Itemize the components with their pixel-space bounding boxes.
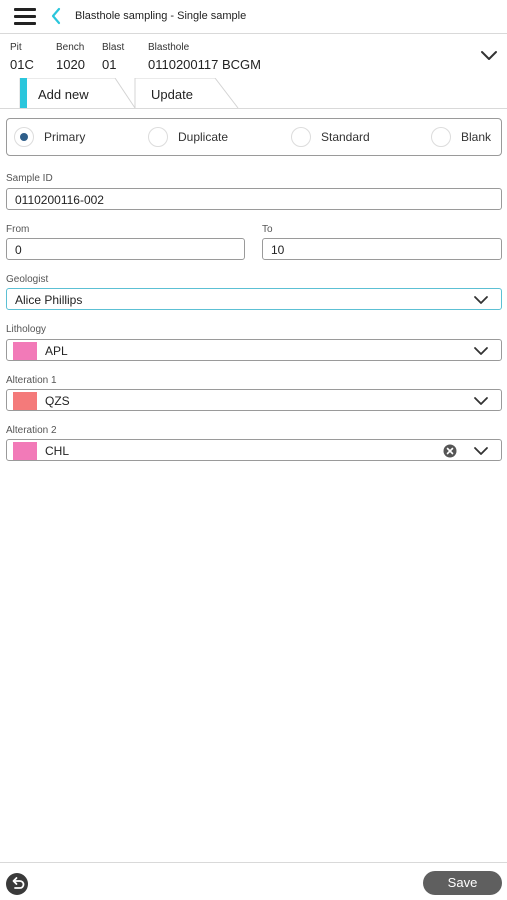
radio-standard[interactable]: Standard xyxy=(291,127,391,147)
lithology-label: Lithology xyxy=(6,324,47,335)
blast-label: Blast xyxy=(102,42,125,53)
context-header: Pit 01C Bench 1020 Blast 01 Blasthole 01… xyxy=(0,35,507,77)
sample-id-field[interactable]: 0110200116-002 xyxy=(6,188,502,210)
from-label: From xyxy=(6,224,30,235)
alteration-1-label: Alteration 1 xyxy=(6,375,57,386)
bench-label: Bench xyxy=(56,42,85,53)
radio-standard-label: Standard xyxy=(321,130,370,144)
pit-value: 01C xyxy=(10,57,34,72)
active-tab-indicator xyxy=(20,78,27,109)
blasthole-label: Blasthole xyxy=(148,42,190,53)
clear-icon[interactable] xyxy=(443,444,457,458)
from-field[interactable]: 0 xyxy=(6,238,245,260)
sample-id-label: Sample ID xyxy=(6,173,53,184)
back-chevron-icon[interactable] xyxy=(48,6,66,26)
from-value: 0 xyxy=(15,243,22,257)
alteration-1-color-swatch xyxy=(13,392,37,410)
save-button[interactable]: Save xyxy=(423,871,502,895)
sample-id-value: 0110200116-002 xyxy=(15,193,104,207)
radio-blank-circle[interactable] xyxy=(431,127,451,147)
radio-primary-label: Primary xyxy=(44,130,86,144)
alteration-2-dropdown[interactable]: CHL xyxy=(6,439,502,461)
radio-primary-circle[interactable] xyxy=(14,127,34,147)
radio-primary[interactable]: Primary xyxy=(14,127,114,147)
geologist-label: Geologist xyxy=(6,274,49,285)
undo-icon[interactable] xyxy=(6,873,28,895)
app-bar: Blasthole sampling - Single sample xyxy=(0,0,507,34)
radio-duplicate[interactable]: Duplicate xyxy=(148,127,258,147)
tab-add-new[interactable]: Add new xyxy=(20,78,135,109)
chevron-down-icon[interactable] xyxy=(473,293,489,305)
menu-icon[interactable] xyxy=(14,8,36,26)
lithology-dropdown[interactable]: APL xyxy=(6,339,502,361)
chevron-down-icon[interactable] xyxy=(473,344,489,356)
blasthole-value: 0110200117 BCGM xyxy=(148,57,261,72)
geologist-value: Alice Phillips xyxy=(15,293,83,307)
radio-duplicate-label: Duplicate xyxy=(178,130,229,144)
alteration-2-label: Alteration 2 xyxy=(6,425,57,436)
blast-value: 01 xyxy=(102,57,117,72)
tab-bar: Add new Update xyxy=(0,78,507,110)
pit-info: Pit 01C xyxy=(10,42,34,73)
radio-blank-label: Blank xyxy=(461,130,492,144)
alteration-1-value: QZS xyxy=(45,394,70,408)
lithology-value: APL xyxy=(45,344,68,358)
geologist-dropdown[interactable]: Alice Phillips xyxy=(6,288,502,310)
tab-divider xyxy=(0,108,507,109)
page-title: Blasthole sampling - Single sample xyxy=(75,10,247,22)
radio-standard-circle[interactable] xyxy=(291,127,311,147)
bench-value: 1020 xyxy=(56,57,85,72)
alteration-1-dropdown[interactable]: QZS xyxy=(6,389,502,411)
chevron-down-icon[interactable] xyxy=(473,394,489,406)
bottom-bar: Save xyxy=(0,862,507,900)
tab-add-new-label: Add new xyxy=(38,87,89,102)
tab-update[interactable]: Update xyxy=(135,78,240,109)
chevron-down-icon[interactable] xyxy=(479,49,499,63)
pit-label: Pit xyxy=(10,42,22,53)
blasthole-info: Blasthole 0110200117 BCGM xyxy=(148,42,261,73)
to-label: To xyxy=(262,224,273,235)
tab-update-label: Update xyxy=(151,87,193,102)
to-value: 10 xyxy=(271,243,285,257)
lithology-color-swatch xyxy=(13,342,37,360)
bench-info: Bench 1020 xyxy=(56,42,85,73)
to-field[interactable]: 10 xyxy=(262,238,502,260)
blast-info: Blast 01 xyxy=(102,42,124,73)
chevron-down-icon[interactable] xyxy=(473,444,489,456)
alteration-2-value: CHL xyxy=(45,444,70,458)
radio-blank[interactable]: Blank xyxy=(431,127,501,147)
alteration-2-color-swatch xyxy=(13,442,37,460)
radio-duplicate-circle[interactable] xyxy=(148,127,168,147)
sample-type-radio-group: Primary Duplicate Standard Blank xyxy=(6,118,502,156)
